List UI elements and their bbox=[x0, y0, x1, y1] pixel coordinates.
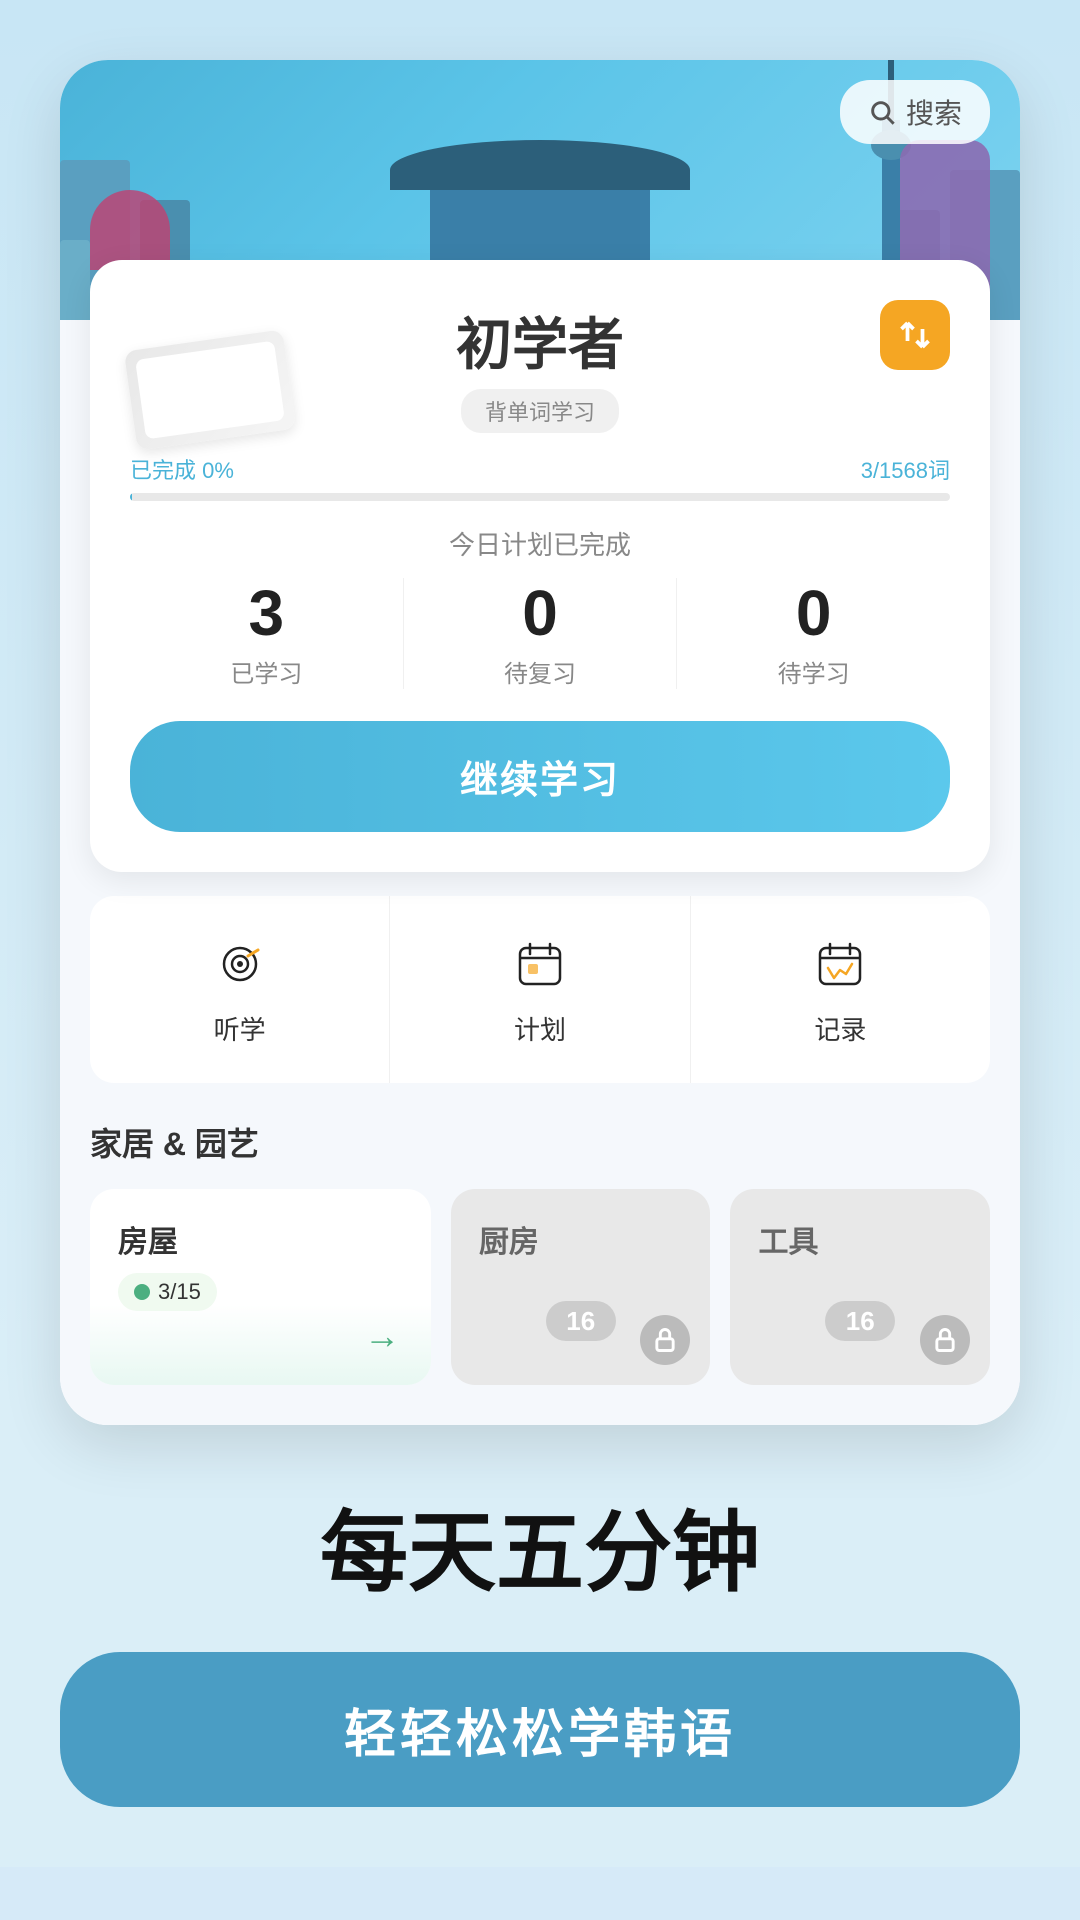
plan-complete-label: 今日计划已完成 bbox=[130, 525, 950, 562]
quick-actions: 听学 计划 bbox=[90, 896, 990, 1083]
tools-lock-icon bbox=[920, 1315, 970, 1365]
progress-fill bbox=[130, 493, 132, 501]
action-plan-label: 计划 bbox=[514, 1010, 566, 1047]
progress-container: 已完成 0% 3/1568词 bbox=[130, 453, 950, 501]
stat-review: 0 待复习 bbox=[404, 578, 678, 689]
card-house-progress: 3/15 bbox=[158, 1279, 201, 1305]
cta-button[interactable]: 轻轻松松学韩语 bbox=[60, 1652, 1020, 1807]
action-listen-label: 听学 bbox=[214, 1010, 266, 1047]
card-subtitle: 背单词学习 bbox=[461, 389, 619, 433]
card-tools-count: 16 bbox=[825, 1301, 895, 1341]
stat-learned-label: 已学习 bbox=[150, 654, 383, 689]
progress-completed: 已完成 0% bbox=[130, 453, 234, 485]
category-title: 家居 & 园艺 bbox=[90, 1119, 990, 1165]
progress-bar bbox=[130, 493, 950, 501]
study-card: 初学者 背单词学习 已完成 0% 3/1568词 今日计划已完成 bbox=[90, 260, 990, 872]
stat-pending-number: 0 bbox=[697, 578, 930, 648]
category-card-kitchen[interactable]: 厨房 16 bbox=[451, 1189, 711, 1385]
stat-pending-label: 待学习 bbox=[697, 654, 930, 689]
card-arrow: → bbox=[357, 1311, 407, 1361]
building-left-3 bbox=[60, 240, 90, 320]
card-kitchen-title: 厨房 bbox=[479, 1217, 683, 1261]
category-cards: 房屋 3/15 → 厨房 16 bbox=[90, 1189, 990, 1385]
swap-button[interactable] bbox=[880, 300, 950, 370]
stat-review-number: 0 bbox=[424, 578, 657, 648]
progress-labels: 已完成 0% 3/1568词 bbox=[130, 453, 950, 485]
category-card-tools[interactable]: 工具 16 bbox=[730, 1189, 990, 1385]
bottom-section: 每天五分钟 轻轻松松学韩语 bbox=[0, 1425, 1080, 1867]
category-section: 家居 & 园艺 房屋 3/15 → 厨房 bbox=[90, 1119, 990, 1385]
search-label: 搜索 bbox=[906, 92, 962, 132]
search-icon bbox=[868, 98, 896, 126]
stat-review-label: 待复习 bbox=[424, 654, 657, 689]
category-card-house[interactable]: 房屋 3/15 → bbox=[90, 1189, 431, 1385]
action-record[interactable]: 记录 bbox=[691, 896, 990, 1083]
kitchen-lock-icon bbox=[640, 1315, 690, 1365]
main-content: 初学者 背单词学习 已完成 0% 3/1568词 今日计划已完成 bbox=[60, 260, 1020, 1425]
card-house-title: 房屋 bbox=[118, 1217, 403, 1261]
card-kitchen-count: 16 bbox=[546, 1301, 616, 1341]
tagline: 每天五分钟 bbox=[320, 1505, 760, 1602]
app-card: 搜索 初学者 背单词学习 bbox=[60, 60, 1020, 1425]
progress-total: 3/1568词 bbox=[861, 453, 950, 485]
action-record-label: 记录 bbox=[814, 1010, 866, 1047]
stat-pending: 0 待学习 bbox=[677, 578, 950, 689]
action-plan[interactable]: 计划 bbox=[390, 896, 690, 1083]
continue-button[interactable]: 继续学习 bbox=[130, 721, 950, 832]
search-button[interactable]: 搜索 bbox=[840, 80, 990, 144]
swap-icon bbox=[897, 317, 933, 353]
badge-dot bbox=[134, 1284, 150, 1300]
listen-icon bbox=[208, 932, 272, 996]
stat-learned-number: 3 bbox=[150, 578, 383, 648]
card-tools-title: 工具 bbox=[758, 1217, 962, 1261]
palace-illustration bbox=[400, 140, 680, 280]
top-section: 搜索 初学者 背单词学习 bbox=[0, 0, 1080, 1425]
stat-learned: 3 已学习 bbox=[130, 578, 404, 689]
fan-decoration bbox=[90, 190, 170, 270]
record-icon bbox=[808, 932, 872, 996]
stats-row: 3 已学习 0 待复习 0 待学习 bbox=[130, 578, 950, 689]
plan-icon bbox=[508, 932, 572, 996]
action-listen[interactable]: 听学 bbox=[90, 896, 390, 1083]
